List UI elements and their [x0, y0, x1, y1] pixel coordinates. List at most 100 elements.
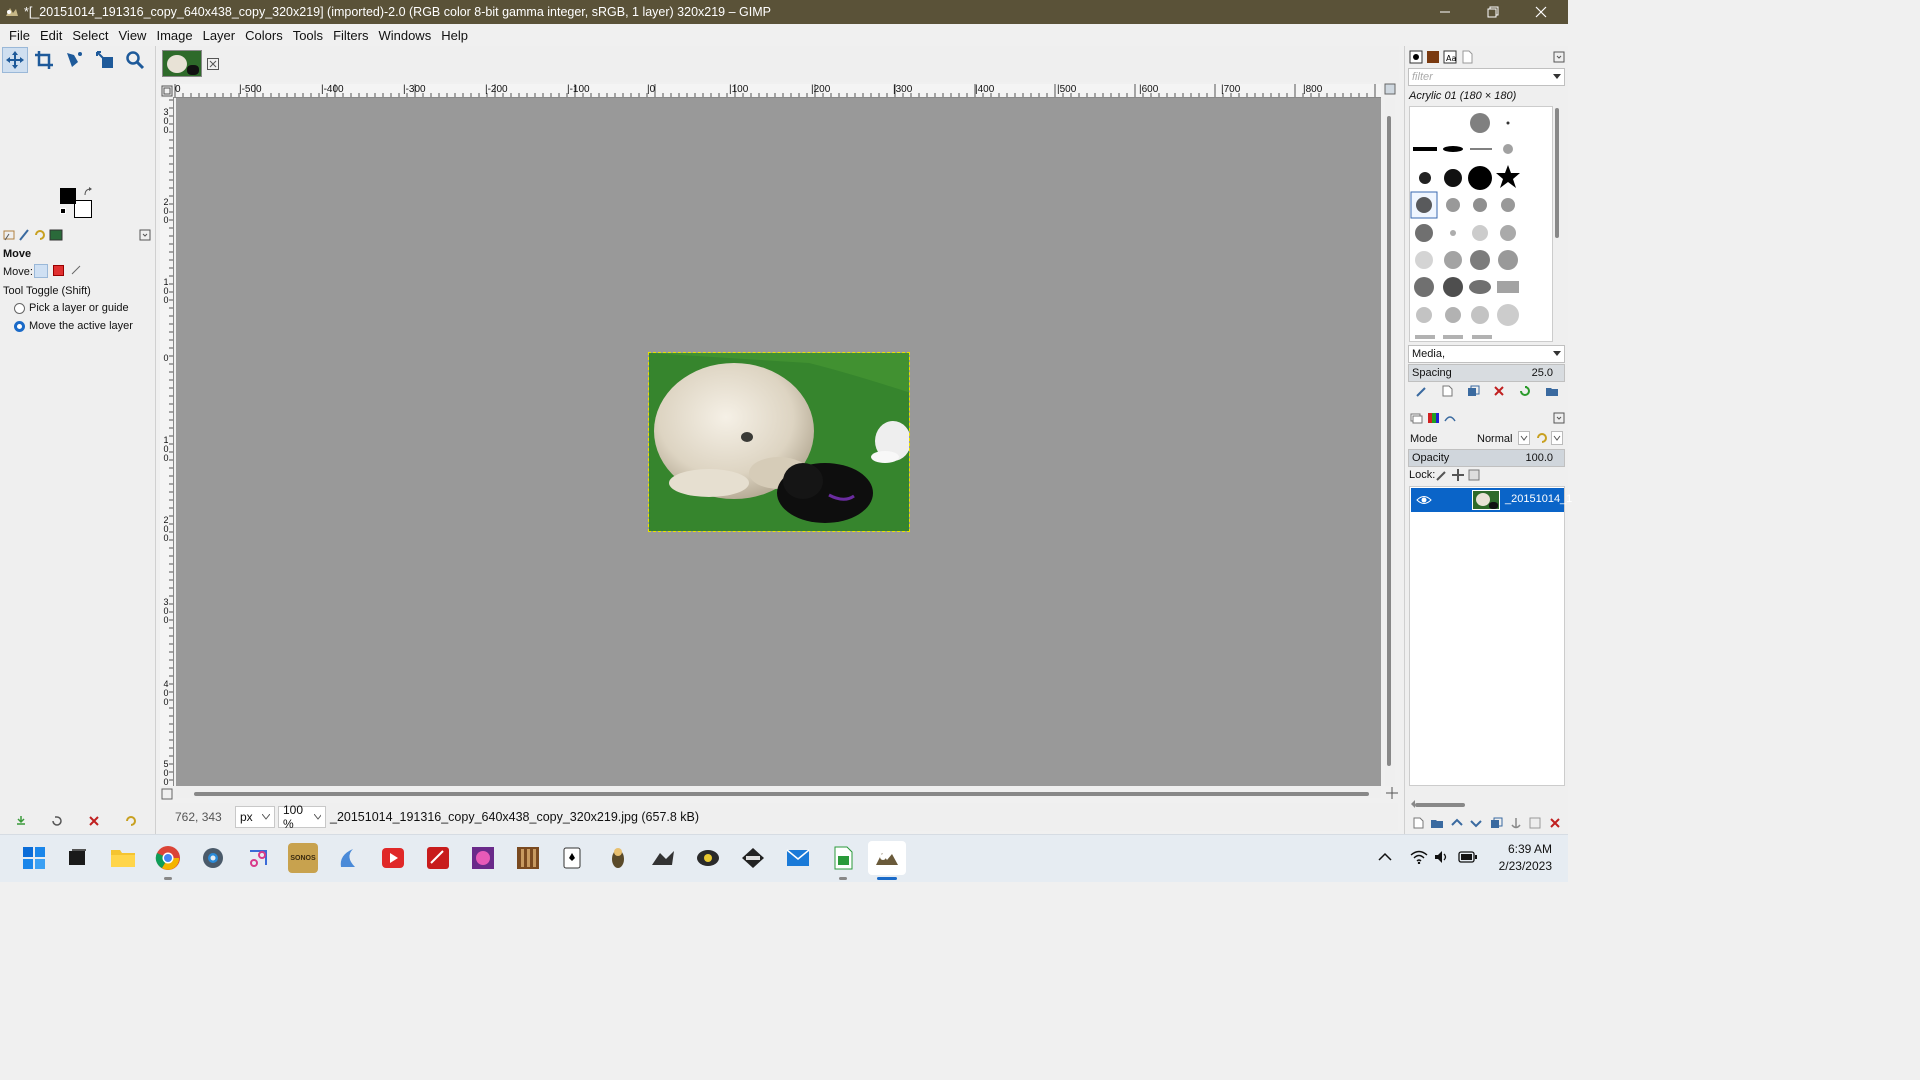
wifi-icon[interactable] — [1410, 850, 1428, 864]
background-color-swatch[interactable] — [74, 200, 92, 218]
composite-mode-dropdown-icon[interactable] — [1551, 431, 1563, 445]
brush-tag-select[interactable]: Media, — [1408, 345, 1565, 363]
start-button[interactable] — [19, 843, 49, 873]
solitaire-button[interactable] — [558, 843, 588, 873]
layers-tab-icon[interactable] — [1409, 411, 1423, 425]
tool-options-tab-icon[interactable] — [3, 228, 17, 242]
delete-preset-icon[interactable] — [87, 814, 101, 828]
brush-grid[interactable] — [1409, 106, 1553, 342]
open-brush-folder-icon[interactable] — [1545, 384, 1559, 398]
transform-tool-button[interactable] — [92, 47, 118, 73]
patterns-tab-icon[interactable] — [1426, 50, 1440, 64]
mail-button[interactable] — [783, 843, 813, 873]
menu-help[interactable]: Help — [436, 28, 473, 43]
spreadsheet-button[interactable] — [828, 843, 858, 873]
images-tab-icon[interactable] — [49, 228, 63, 242]
edit-brush-icon[interactable] — [1415, 384, 1429, 398]
swap-colors-icon[interactable] — [83, 187, 93, 197]
document-history-tab-icon[interactable] — [1460, 50, 1474, 64]
brushes-tab-icon[interactable] — [1409, 50, 1423, 64]
menu-file[interactable]: File — [4, 28, 35, 43]
settings-button[interactable] — [198, 843, 228, 873]
mp3-button[interactable] — [378, 843, 408, 873]
file-explorer-button[interactable] — [108, 843, 138, 873]
raise-layer-icon[interactable] — [1450, 816, 1464, 830]
zoom-tool-button[interactable] — [122, 47, 148, 73]
mode-value[interactable]: Normal — [1477, 433, 1512, 445]
anchor-layer-icon[interactable] — [1509, 816, 1523, 830]
save-preset-icon[interactable] — [14, 814, 28, 828]
app-button-5[interactable] — [693, 843, 723, 873]
chrome-button[interactable] — [153, 843, 183, 873]
clock-date[interactable]: 2/23/2023 — [1488, 859, 1552, 873]
scroll-left-icon[interactable] — [1409, 799, 1417, 809]
gimp-taskbar-button[interactable] — [868, 841, 906, 875]
new-layer-group-icon[interactable] — [1430, 816, 1444, 830]
new-layer-icon[interactable] — [1411, 816, 1425, 830]
configure-brushes-tab-icon[interactable] — [1552, 50, 1566, 64]
pick-layer-radio[interactable] — [14, 303, 25, 314]
photo-button[interactable] — [468, 843, 498, 873]
menu-view[interactable]: View — [114, 28, 152, 43]
menu-edit[interactable]: Edit — [35, 28, 67, 43]
move-layer-button[interactable] — [34, 264, 48, 278]
new-brush-icon[interactable] — [1440, 384, 1454, 398]
navigate-icon[interactable] — [1386, 787, 1398, 799]
image-tab-thumbnail[interactable] — [162, 50, 202, 77]
task-view-button[interactable] — [62, 843, 92, 873]
reset-mode-icon[interactable] — [1535, 431, 1549, 445]
minimize-button[interactable] — [1422, 0, 1468, 24]
clock-time[interactable]: 6:39 AM — [1488, 842, 1552, 856]
menu-colors[interactable]: Colors — [240, 28, 288, 43]
reset-colors-icon[interactable] — [60, 208, 66, 214]
lower-layer-icon[interactable] — [1469, 816, 1483, 830]
app-button-2[interactable] — [513, 843, 543, 873]
crop-tool-button[interactable] — [31, 47, 57, 73]
layer-row[interactable]: _20151014_1 — [1411, 488, 1572, 512]
opacity-spinbox[interactable]: Opacity 100.0 — [1408, 449, 1565, 467]
undo-history-tab-icon[interactable] — [33, 228, 47, 242]
duplicate-brush-icon[interactable] — [1466, 384, 1480, 398]
move-selection-button[interactable] — [53, 265, 64, 276]
paths-tool-button[interactable] — [61, 47, 87, 73]
menu-filters[interactable]: Filters — [328, 28, 373, 43]
toggle-quick-mask-icon[interactable] — [161, 788, 173, 800]
app-button[interactable] — [333, 843, 363, 873]
configure-tab-icon[interactable] — [138, 228, 152, 242]
delete-layer-icon[interactable] — [1548, 816, 1562, 830]
lock-pixels-icon[interactable] — [1435, 468, 1449, 482]
lock-alpha-icon[interactable] — [1467, 468, 1481, 482]
menu-image[interactable]: Image — [151, 28, 197, 43]
paths-tab-icon[interactable] — [1443, 411, 1457, 425]
device-status-tab-icon[interactable] — [18, 228, 32, 242]
restore-preset-icon[interactable] — [50, 814, 64, 828]
delete-brush-icon[interactable] — [1492, 384, 1506, 398]
zoom-image-icon[interactable] — [1384, 83, 1396, 95]
vertical-scroll-thumb[interactable] — [1387, 116, 1391, 766]
snipping-tool-button[interactable] — [244, 843, 274, 873]
layers-hscroll-thumb[interactable] — [1415, 803, 1465, 807]
move-path-icon[interactable] — [70, 264, 82, 276]
app-button-4[interactable] — [648, 843, 678, 873]
unit-select[interactable]: px — [235, 806, 275, 828]
move-tool-button[interactable] — [2, 47, 28, 73]
menu-select[interactable]: Select — [67, 28, 113, 43]
image-layer-preview[interactable] — [648, 352, 910, 532]
close-tab-icon[interactable] — [207, 58, 219, 70]
pdf-button[interactable] — [423, 843, 453, 873]
horizontal-scroll-thumb[interactable] — [194, 792, 1369, 796]
configure-layers-tab-icon[interactable] — [1552, 411, 1566, 425]
layer-name[interactable]: _20151014_1 — [1505, 493, 1572, 505]
menu-layer[interactable]: Layer — [198, 28, 241, 43]
lock-position-icon[interactable] — [1451, 468, 1465, 482]
app-button-6[interactable] — [738, 843, 768, 873]
battery-icon[interactable] — [1458, 851, 1478, 863]
reset-options-icon[interactable] — [124, 814, 138, 828]
brush-scroll-thumb[interactable] — [1555, 108, 1559, 238]
fonts-tab-icon[interactable]: Aa — [1443, 50, 1457, 64]
mode-dropdown-icon[interactable] — [1518, 431, 1530, 445]
zoom-select[interactable]: 100 % — [278, 803, 326, 831]
horizontal-scrollbar[interactable] — [176, 786, 1381, 798]
volume-icon[interactable] — [1434, 850, 1450, 864]
show-hidden-icons-chevron-up-icon[interactable] — [1378, 852, 1392, 862]
